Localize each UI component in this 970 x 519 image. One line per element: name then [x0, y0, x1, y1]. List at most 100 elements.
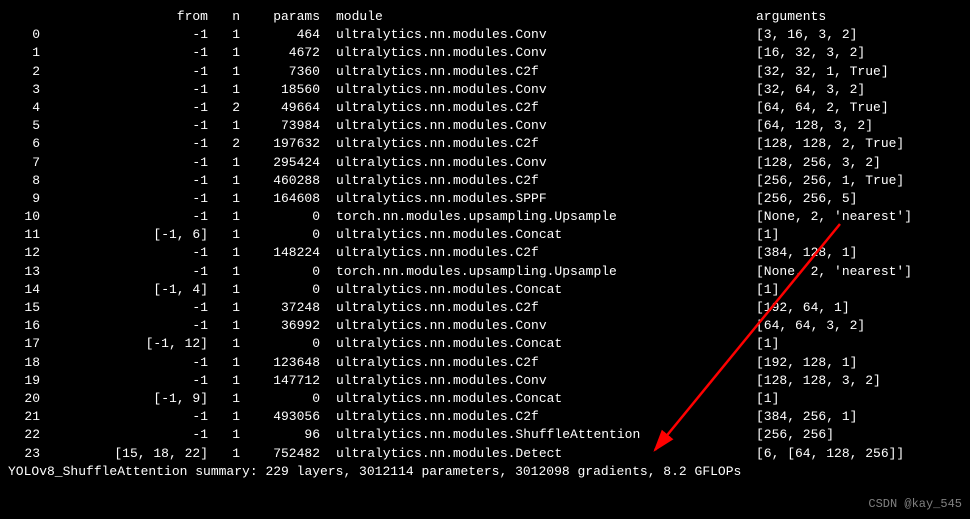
cell-params: 0	[240, 208, 320, 226]
cell-idx: 16	[8, 317, 40, 335]
cell-idx: 12	[8, 244, 40, 262]
cell-module: ultralytics.nn.modules.Detect	[320, 445, 756, 463]
cell-module: ultralytics.nn.modules.C2f	[320, 63, 756, 81]
cell-from: -1	[40, 299, 208, 317]
cell-module: ultralytics.nn.modules.Conv	[320, 317, 756, 335]
cell-from: -1	[40, 99, 208, 117]
table-row: 5-1173984ultralytics.nn.modules.Conv[64,…	[8, 117, 962, 135]
cell-idx: 17	[8, 335, 40, 353]
cell-n: 1	[208, 335, 240, 353]
cell-idx: 11	[8, 226, 40, 244]
table-row: 7-11295424ultralytics.nn.modules.Conv[12…	[8, 154, 962, 172]
cell-params: 0	[240, 335, 320, 353]
cell-from: -1	[40, 44, 208, 62]
table-row: 18-11123648ultralytics.nn.modules.C2f[19…	[8, 354, 962, 372]
cell-args: [192, 128, 1]	[756, 354, 857, 372]
header-args: arguments	[756, 8, 826, 26]
cell-module: ultralytics.nn.modules.Concat	[320, 390, 756, 408]
cell-idx: 9	[8, 190, 40, 208]
cell-n: 1	[208, 190, 240, 208]
cell-args: [64, 64, 3, 2]	[756, 317, 865, 335]
cell-module: ultralytics.nn.modules.Conv	[320, 26, 756, 44]
cell-module: ultralytics.nn.modules.C2f	[320, 99, 756, 117]
cell-args: [384, 256, 1]	[756, 408, 857, 426]
table-row: 20[-1, 9]10ultralytics.nn.modules.Concat…	[8, 390, 962, 408]
cell-n: 1	[208, 263, 240, 281]
cell-n: 1	[208, 390, 240, 408]
cell-args: [None, 2, 'nearest']	[756, 208, 912, 226]
watermark-text: CSDN @kay_545	[868, 496, 962, 513]
cell-module: ultralytics.nn.modules.ShuffleAttention	[320, 426, 756, 444]
cell-args: [256, 256]	[756, 426, 834, 444]
cell-params: 460288	[240, 172, 320, 190]
cell-params: 0	[240, 263, 320, 281]
cell-module: ultralytics.nn.modules.Concat	[320, 335, 756, 353]
cell-n: 1	[208, 208, 240, 226]
table-row: 9-11164608ultralytics.nn.modules.SPPF[25…	[8, 190, 962, 208]
cell-params: 49664	[240, 99, 320, 117]
cell-idx: 7	[8, 154, 40, 172]
cell-module: ultralytics.nn.modules.C2f	[320, 172, 756, 190]
table-row: 17[-1, 12]10ultralytics.nn.modules.Conca…	[8, 335, 962, 353]
cell-from: [-1, 9]	[40, 390, 208, 408]
cell-idx: 19	[8, 372, 40, 390]
cell-n: 1	[208, 445, 240, 463]
cell-module: torch.nn.modules.upsampling.Upsample	[320, 263, 756, 281]
cell-args: [128, 128, 3, 2]	[756, 372, 881, 390]
cell-module: ultralytics.nn.modules.C2f	[320, 354, 756, 372]
cell-params: 197632	[240, 135, 320, 153]
table-row: 19-11147712ultralytics.nn.modules.Conv[1…	[8, 372, 962, 390]
cell-module: ultralytics.nn.modules.Conv	[320, 372, 756, 390]
table-row: 4-1249664ultralytics.nn.modules.C2f[64, …	[8, 99, 962, 117]
cell-params: 96	[240, 426, 320, 444]
cell-idx: 6	[8, 135, 40, 153]
cell-params: 148224	[240, 244, 320, 262]
cell-from: -1	[40, 426, 208, 444]
cell-params: 0	[240, 390, 320, 408]
cell-from: -1	[40, 244, 208, 262]
cell-idx: 22	[8, 426, 40, 444]
cell-n: 1	[208, 408, 240, 426]
cell-from: -1	[40, 317, 208, 335]
cell-from: [-1, 6]	[40, 226, 208, 244]
table-header: fromnparamsmodulearguments	[8, 8, 962, 26]
cell-from: -1	[40, 26, 208, 44]
cell-n: 1	[208, 354, 240, 372]
cell-idx: 8	[8, 172, 40, 190]
cell-idx: 21	[8, 408, 40, 426]
table-row: 3-1118560ultralytics.nn.modules.Conv[32,…	[8, 81, 962, 99]
table-row: 21-11493056ultralytics.nn.modules.C2f[38…	[8, 408, 962, 426]
cell-from: [15, 18, 22]	[40, 445, 208, 463]
cell-args: [32, 64, 3, 2]	[756, 81, 865, 99]
cell-from: -1	[40, 63, 208, 81]
cell-module: ultralytics.nn.modules.C2f	[320, 299, 756, 317]
terminal-output: fromnparamsmodulearguments0-11464ultraly…	[8, 8, 962, 481]
cell-args: [1]	[756, 281, 779, 299]
table-row: 2-117360ultralytics.nn.modules.C2f[32, 3…	[8, 63, 962, 81]
cell-module: ultralytics.nn.modules.Concat	[320, 226, 756, 244]
cell-params: 73984	[240, 117, 320, 135]
cell-args: [1]	[756, 226, 779, 244]
cell-n: 2	[208, 135, 240, 153]
cell-args: [128, 256, 3, 2]	[756, 154, 881, 172]
cell-from: [-1, 12]	[40, 335, 208, 353]
cell-n: 1	[208, 81, 240, 99]
cell-idx: 18	[8, 354, 40, 372]
cell-params: 123648	[240, 354, 320, 372]
cell-module: torch.nn.modules.upsampling.Upsample	[320, 208, 756, 226]
cell-args: [192, 64, 1]	[756, 299, 850, 317]
cell-n: 1	[208, 426, 240, 444]
cell-idx: 5	[8, 117, 40, 135]
cell-params: 7360	[240, 63, 320, 81]
cell-n: 1	[208, 372, 240, 390]
cell-n: 1	[208, 226, 240, 244]
cell-idx: 20	[8, 390, 40, 408]
cell-args: [256, 256, 5]	[756, 190, 857, 208]
header-module: module	[320, 8, 756, 26]
cell-idx: 1	[8, 44, 40, 62]
cell-n: 1	[208, 172, 240, 190]
table-row: 15-1137248ultralytics.nn.modules.C2f[192…	[8, 299, 962, 317]
cell-from: -1	[40, 190, 208, 208]
cell-n: 1	[208, 317, 240, 335]
table-row: 6-12197632ultralytics.nn.modules.C2f[128…	[8, 135, 962, 153]
